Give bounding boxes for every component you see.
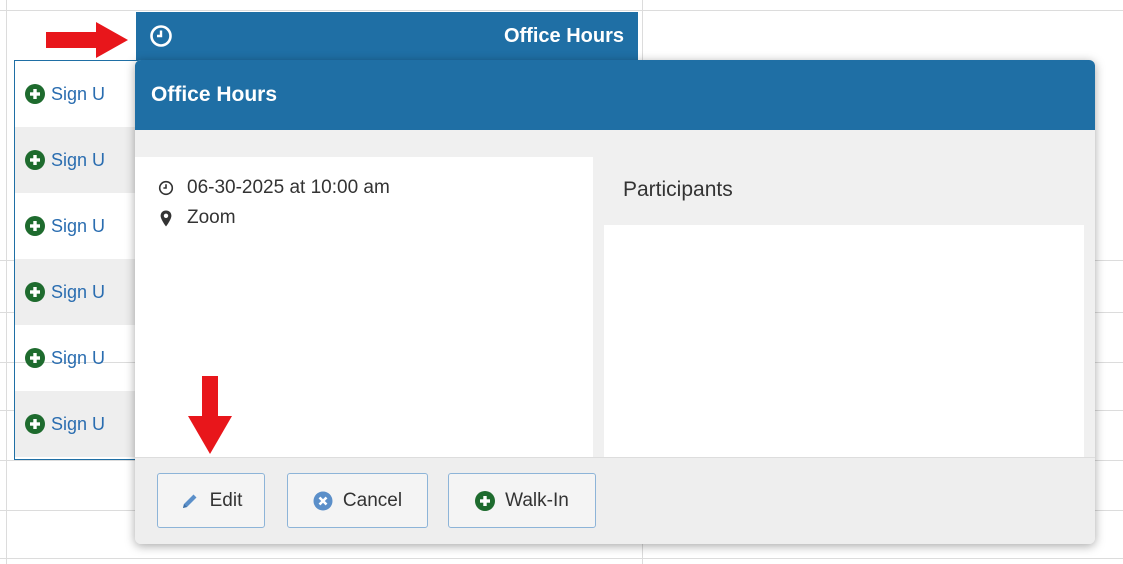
plus-circle-icon (25, 414, 45, 434)
popup-header: Office Hours (135, 60, 1095, 130)
signup-slot[interactable]: Sign U (15, 259, 144, 325)
participants-list (604, 225, 1084, 457)
map-marker-icon (157, 209, 175, 227)
signup-slot-label: Sign U (51, 281, 106, 302)
popup-title: Office Hours (151, 83, 278, 106)
cancel-button[interactable]: Cancel (287, 473, 428, 528)
pencil-icon (180, 491, 200, 511)
edit-button[interactable]: Edit (157, 473, 265, 528)
event-location-row: Zoom (157, 207, 593, 229)
event-datetime: 06-30-2025 at 10:00 am (187, 177, 390, 198)
event-location: Zoom (187, 207, 236, 228)
cancel-button-label: Cancel (342, 489, 403, 511)
plus-circle-icon (25, 84, 45, 104)
grid-line (0, 10, 1123, 11)
times-circle-icon (313, 491, 333, 511)
annotation-arrow-down (188, 376, 232, 454)
signup-slot-label: Sign U (51, 215, 106, 236)
walk-in-button-label: Walk-In (505, 489, 569, 511)
plus-circle-icon (25, 348, 45, 368)
plus-circle-icon (475, 490, 496, 511)
signup-slot-list: Sign U Sign U Sign U Sign U Sign U Sign … (14, 60, 144, 460)
signup-slot[interactable]: Sign U (15, 193, 144, 259)
annotation-arrow-right (46, 22, 128, 58)
event-datetime-row: 06-30-2025 at 10:00 am (157, 177, 593, 199)
walk-in-button[interactable]: Walk-In (448, 473, 596, 528)
signup-slot[interactable]: Sign U (15, 325, 144, 391)
plus-circle-icon (25, 216, 45, 236)
signup-slot-label: Sign U (51, 413, 106, 434)
calendar-event[interactable]: Office Hours (136, 12, 638, 60)
clock-icon (148, 23, 174, 49)
signup-slot-label: Sign U (51, 347, 106, 368)
signup-slot-label: Sign U (51, 83, 106, 104)
event-title: Office Hours (503, 24, 624, 47)
signup-slot[interactable]: Sign U (15, 61, 144, 127)
grid-line (6, 0, 7, 564)
plus-circle-icon (25, 282, 45, 302)
signup-slot-label: Sign U (51, 149, 106, 170)
signup-slot[interactable]: Sign U (15, 391, 144, 457)
grid-line (0, 558, 1123, 559)
event-popup: Office Hours 06-30-2025 at 10:00 am Zoom… (135, 60, 1095, 544)
popup-footer: Edit Cancel Walk-In (135, 457, 1095, 544)
edit-button-label: Edit (209, 489, 243, 511)
plus-circle-icon (25, 150, 45, 170)
participants-heading: Participants (623, 178, 733, 201)
signup-slot[interactable]: Sign U (15, 127, 144, 193)
clock-icon (157, 179, 175, 197)
